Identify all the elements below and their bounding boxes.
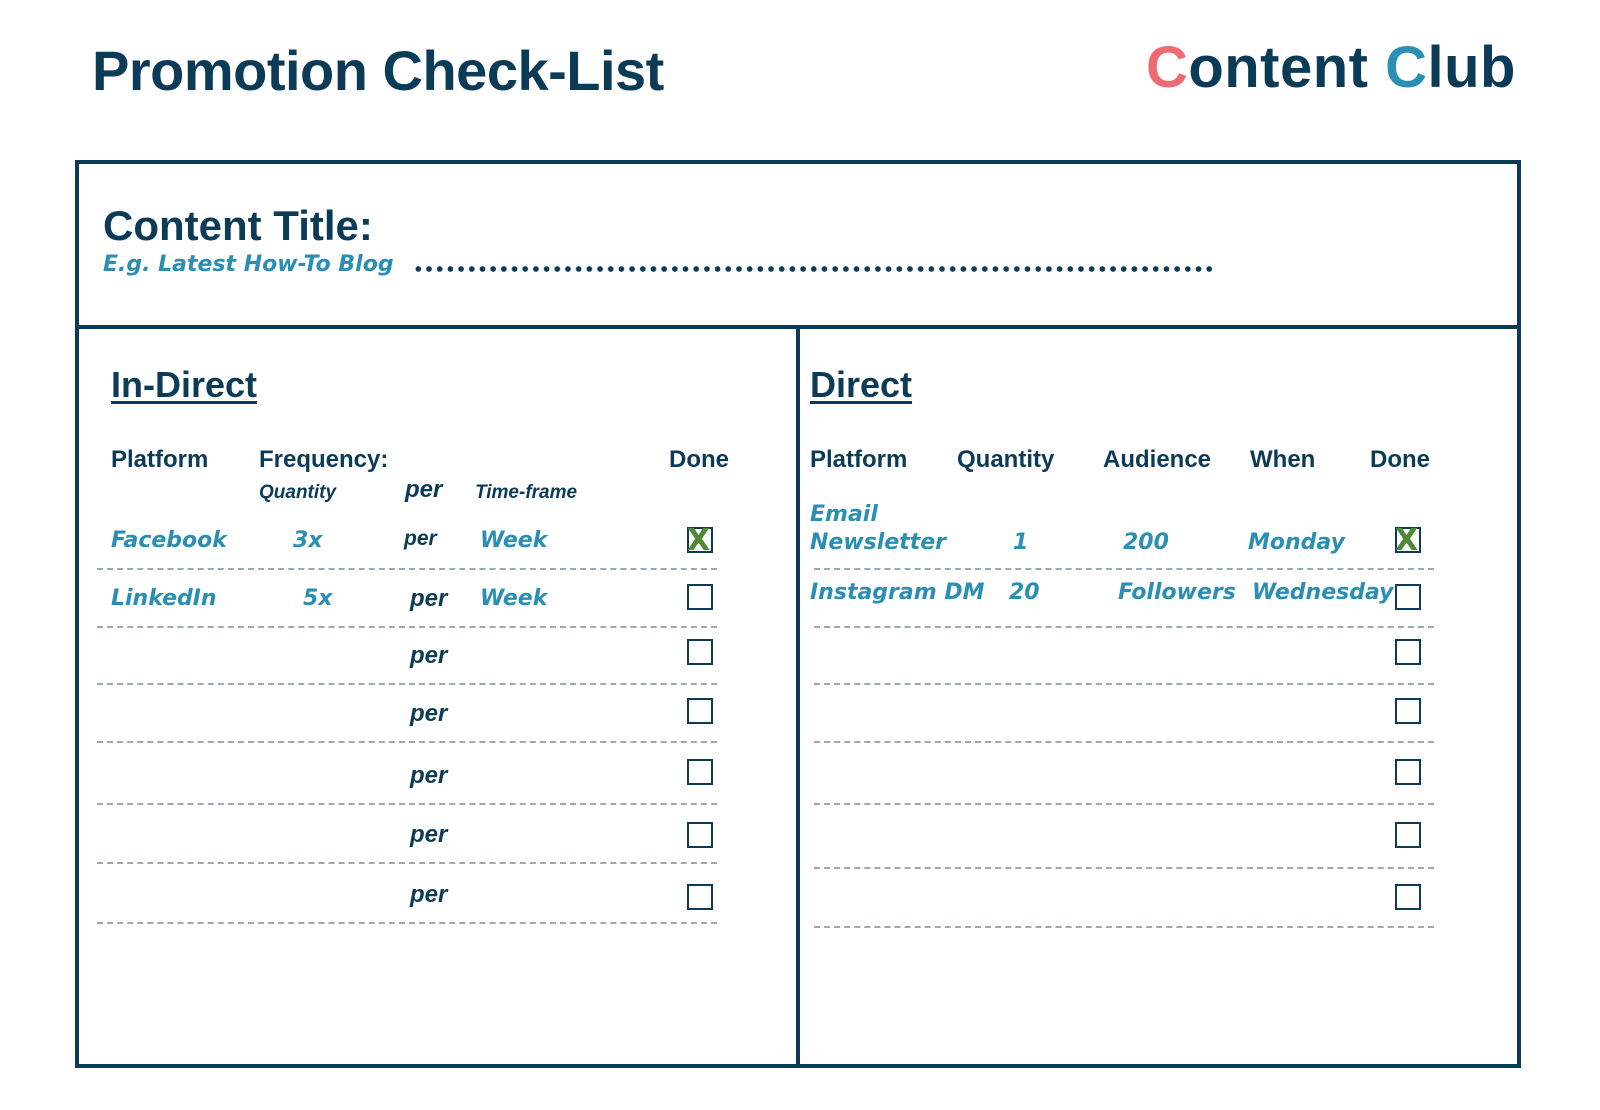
indirect-header-done: Done bbox=[669, 446, 729, 473]
direct-row-done-checkbox[interactable] bbox=[1395, 698, 1421, 724]
direct-row-divider bbox=[814, 867, 1434, 869]
indirect-row-per: per bbox=[410, 700, 448, 727]
indirect-subheader-per: per bbox=[405, 476, 443, 503]
indirect-row-divider bbox=[97, 741, 717, 743]
indirect-header-frequency: Frequency: bbox=[259, 446, 389, 473]
indirect-row-per: per bbox=[404, 527, 437, 550]
logo-letter-c1: C bbox=[1145, 35, 1189, 100]
direct-row-quantity: 20 bbox=[1009, 580, 1040, 605]
logo-text-1: ontent bbox=[1188, 35, 1386, 100]
direct-row-when: Wednesday bbox=[1252, 580, 1394, 605]
direct-header-done: Done bbox=[1370, 446, 1430, 473]
indirect-row-per: per bbox=[410, 881, 448, 908]
direct-row-divider bbox=[814, 803, 1434, 805]
content-title-section: Content Title: E.g. Latest How-To Blog bbox=[79, 164, 1517, 329]
direct-row-divider bbox=[814, 741, 1434, 743]
indirect-row-per: per bbox=[410, 642, 448, 669]
indirect-subheader-quantity: Quantity bbox=[259, 482, 337, 503]
indirect-row-per: per bbox=[410, 821, 448, 848]
content-title-hint: E.g. Latest How-To Blog bbox=[103, 252, 394, 277]
direct-row-divider bbox=[814, 626, 1434, 628]
direct-row-divider bbox=[814, 568, 1434, 570]
indirect-row-done-checkbox[interactable] bbox=[687, 822, 713, 848]
direct-row-done-checkbox[interactable]: X bbox=[1395, 523, 1421, 558]
direct-row-divider bbox=[814, 683, 1434, 685]
direct-header-audience: Audience bbox=[1103, 446, 1212, 473]
indirect-row-per: per bbox=[410, 762, 448, 789]
indirect-row-per: per bbox=[410, 585, 448, 612]
logo-letter-c2: C bbox=[1385, 35, 1428, 100]
direct-row-platform-line2: Newsletter bbox=[810, 530, 947, 555]
direct-row-done-checkbox[interactable] bbox=[1395, 759, 1421, 785]
direct-header-quantity: Quantity bbox=[957, 446, 1055, 473]
content-club-logo: Content Club bbox=[1146, 34, 1516, 101]
direct-row-audience: Followers bbox=[1118, 580, 1236, 605]
indirect-row-done-checkbox[interactable] bbox=[687, 639, 713, 665]
check-mark-icon: X bbox=[687, 523, 711, 558]
indirect-row-done-checkbox[interactable] bbox=[687, 584, 713, 610]
direct-row-done-checkbox[interactable] bbox=[1395, 884, 1421, 910]
indirect-row-divider bbox=[97, 568, 717, 570]
content-title-dotted-field[interactable] bbox=[413, 264, 1213, 274]
indirect-row-platform: Facebook bbox=[111, 528, 227, 553]
logo-text-2: lub bbox=[1427, 35, 1516, 100]
direct-row-when: Monday bbox=[1248, 530, 1345, 555]
direct-heading: Direct bbox=[810, 364, 913, 405]
indirect-row-divider bbox=[97, 626, 717, 628]
indirect-heading: In-Direct bbox=[111, 364, 258, 405]
direct-row-platform: Instagram DM bbox=[810, 580, 985, 605]
indirect-row-done-checkbox[interactable]: X bbox=[687, 523, 713, 558]
indirect-row-timeframe: Week bbox=[480, 586, 548, 611]
indirect-row-done-checkbox[interactable] bbox=[687, 884, 713, 910]
indirect-row-divider bbox=[97, 862, 717, 864]
direct-row-divider bbox=[814, 926, 1434, 928]
indirect-header-platform: Platform bbox=[111, 446, 209, 473]
direct-row-platform: Email bbox=[810, 502, 878, 527]
direct-row-done-checkbox[interactable] bbox=[1395, 639, 1421, 665]
indirect-row-divider bbox=[97, 683, 717, 685]
direct-header-platform: Platform bbox=[810, 446, 908, 473]
page-title: Promotion Check-List bbox=[92, 39, 664, 102]
indirect-row-divider bbox=[97, 922, 717, 924]
checklist-frame: Content Title: E.g. Latest How-To Blog I… bbox=[75, 160, 1521, 1068]
direct-row-done-checkbox[interactable] bbox=[1395, 822, 1421, 848]
indirect-row-divider bbox=[97, 803, 717, 805]
direct-row-quantity: 1 bbox=[1013, 530, 1029, 555]
indirect-row-done-checkbox[interactable] bbox=[687, 698, 713, 724]
direct-row-audience: 200 bbox=[1123, 530, 1169, 555]
column-divider bbox=[796, 329, 800, 1068]
indirect-row-done-checkbox[interactable] bbox=[687, 759, 713, 785]
direct-header-when: When bbox=[1250, 446, 1316, 473]
check-mark-icon: X bbox=[1395, 523, 1419, 558]
indirect-subheader-timeframe: Time-frame bbox=[475, 482, 578, 503]
content-title-label: Content Title: bbox=[103, 202, 373, 249]
direct-row-done-checkbox[interactable] bbox=[1395, 584, 1421, 610]
indirect-row-quantity: 5x bbox=[303, 586, 333, 611]
indirect-row-quantity: 3x bbox=[293, 528, 323, 553]
indirect-row-platform: LinkedIn bbox=[111, 586, 217, 611]
indirect-row-timeframe: Week bbox=[480, 528, 548, 553]
